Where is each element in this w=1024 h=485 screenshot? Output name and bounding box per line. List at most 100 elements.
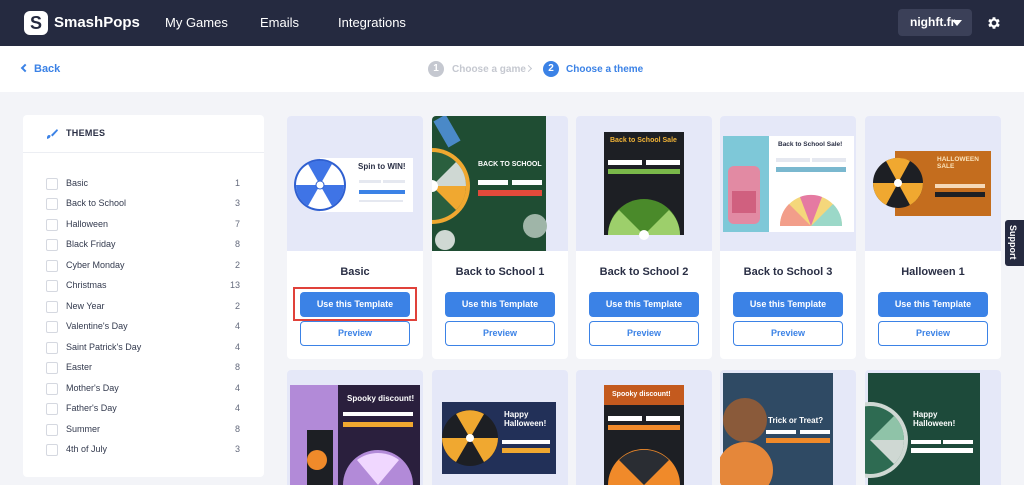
theme-filter-summer[interactable]: Summer 8	[46, 421, 246, 441]
nav-my-games[interactable]: My Games	[165, 15, 228, 30]
checkbox[interactable]	[46, 342, 58, 354]
preview-button[interactable]: Preview	[589, 321, 699, 346]
template-thumbnail[interactable]: Happy Halloween!	[432, 370, 568, 485]
thumb-title: Back to School Sale	[610, 137, 677, 144]
template-thumbnail[interactable]: BACK TO SCHOOL	[432, 116, 568, 251]
backpack-popup-image	[723, 136, 854, 232]
theme-filter-christmas[interactable]: Christmas 13	[46, 277, 246, 297]
theme-filter-easter[interactable]: Easter 8	[46, 359, 246, 379]
template-name: Halloween 1	[901, 266, 965, 278]
halloween-popup-image	[872, 151, 991, 216]
preview-button[interactable]: Preview	[733, 321, 843, 346]
checkbox[interactable]	[46, 444, 58, 456]
theme-count: 8	[234, 362, 240, 372]
orange-spooky-popup-image	[604, 385, 684, 485]
theme-count: 3	[234, 444, 240, 454]
theme-filter-fathers-day[interactable]: Father's Day 4	[46, 400, 246, 420]
thumb-title: Happy Halloween!	[504, 410, 547, 428]
theme-filter-halloween[interactable]: Halloween 7	[46, 216, 246, 236]
theme-label: Easter	[66, 362, 93, 372]
support-label[interactable]: Support	[1008, 225, 1018, 260]
checkbox[interactable]	[46, 280, 58, 292]
use-template-button[interactable]: Use this Template	[878, 292, 988, 317]
theme-count: 2	[234, 301, 240, 311]
template-thumbnail[interactable]: Back to School Sale	[576, 116, 712, 251]
theme-filter-back-to-school[interactable]: Back to School 3	[46, 195, 246, 215]
theme-filter-basic[interactable]: Basic 1	[46, 175, 246, 195]
preview-button[interactable]: Preview	[445, 321, 555, 346]
theme-label: Father's Day	[66, 403, 117, 413]
template-thumbnail[interactable]: Spooky discount!	[287, 370, 423, 485]
top-navbar	[0, 0, 1024, 46]
thumb-title: Spooky discount!	[612, 391, 671, 398]
theme-label: Christmas	[66, 280, 107, 290]
template-thumbnail[interactable]: Happy Halloween!	[865, 370, 1001, 485]
template-card-back-to-school-2: Back to School Sale Back to School 2 Use…	[576, 116, 712, 359]
theme-filter-black-friday[interactable]: Black Friday 8	[46, 236, 246, 256]
checkbox[interactable]	[46, 362, 58, 374]
template-card-basic: Spin to WIN! Basic Use this Template Pre…	[287, 116, 423, 359]
thumb-title: Trick or Treat?	[768, 416, 824, 425]
use-template-button[interactable]: Use this Template	[589, 292, 699, 317]
smashpops-logo[interactable]: S	[24, 11, 48, 35]
theme-filter-valentines-day[interactable]: Valentine's Day 4	[46, 318, 246, 338]
theme-label: Black Friday	[66, 239, 116, 249]
checkbox[interactable]	[46, 178, 58, 190]
thumb-title: Back to School Sale!	[778, 141, 843, 148]
theme-label: 4th of July	[66, 444, 108, 454]
theme-label: Saint Patrick's Day	[66, 342, 142, 352]
checkbox[interactable]	[46, 260, 58, 272]
theme-filter-new-year[interactable]: New Year 2	[46, 298, 246, 318]
preview-button[interactable]: Preview	[878, 321, 988, 346]
theme-count: 4	[234, 383, 240, 393]
template-card-back-to-school-1: BACK TO SCHOOL Back to School 1 Use this…	[432, 116, 568, 359]
use-template-button[interactable]: Use this Template	[733, 292, 843, 317]
step-2-number: 2	[543, 61, 559, 77]
template-thumbnail[interactable]: Back to School Sale!	[720, 116, 856, 251]
step-2-label: Choose a theme	[566, 64, 644, 75]
theme-label: Summer	[66, 424, 101, 434]
theme-filter-4th-of-july[interactable]: 4th of July 3	[46, 441, 246, 461]
theme-count: 2	[234, 260, 240, 270]
template-thumbnail[interactable]: Trick or Treat?	[720, 370, 856, 485]
thumb-title: Happy Halloween!	[913, 410, 956, 428]
theme-count: 4	[234, 321, 240, 331]
checkbox[interactable]	[46, 301, 58, 313]
nav-integrations[interactable]: Integrations	[338, 15, 406, 30]
preview-button[interactable]: Preview	[300, 321, 410, 346]
template-thumbnail[interactable]: Spin to WIN!	[287, 116, 423, 251]
use-template-button[interactable]: Use this Template	[445, 292, 555, 317]
step-1-number: 1	[428, 61, 444, 77]
template-thumbnail[interactable]: HALLOWEEN SALE	[865, 116, 1001, 251]
theme-count: 4	[234, 342, 240, 352]
brand-name[interactable]: SmashPops	[54, 14, 140, 31]
checkbox[interactable]	[46, 321, 58, 333]
template-card-halloween-2: Spooky discount!	[287, 370, 423, 485]
gear-icon[interactable]	[986, 15, 1002, 31]
nav-emails[interactable]: Emails	[260, 15, 299, 30]
thumb-title: Spin to WIN!	[358, 162, 406, 171]
theme-label: Valentine's Day	[66, 321, 128, 331]
chevron-left-icon	[20, 63, 30, 73]
checkbox[interactable]	[46, 198, 58, 210]
caret-down-icon	[952, 20, 962, 26]
step-1-label[interactable]: Choose a game	[452, 64, 526, 75]
template-thumbnail[interactable]: Spooky discount!	[576, 370, 712, 485]
selection-highlight	[293, 287, 417, 321]
checkbox[interactable]	[46, 219, 58, 231]
theme-filter-saint-patricks-day[interactable]: Saint Patrick's Day 4	[46, 339, 246, 359]
theme-filter-cyber-monday[interactable]: Cyber Monday 2	[46, 257, 246, 277]
checkbox[interactable]	[46, 239, 58, 251]
theme-count: 3	[234, 198, 240, 208]
spooky-popup-image	[290, 385, 420, 485]
account-dropdown[interactable]: nighft.fr	[898, 9, 972, 36]
template-card-halloween-4: Spooky discount!	[576, 370, 712, 485]
checkbox[interactable]	[46, 424, 58, 436]
checkbox[interactable]	[46, 383, 58, 395]
back-label: Back	[34, 63, 61, 75]
back-link[interactable]: Back	[20, 63, 61, 75]
theme-filter-mothers-day[interactable]: Mother's Day 4	[46, 380, 246, 400]
thumb-title: Spooky discount!	[347, 394, 415, 403]
checkbox[interactable]	[46, 403, 58, 415]
template-card-back-to-school-3: Back to School Sale! Back to School 3 Us…	[720, 116, 856, 359]
